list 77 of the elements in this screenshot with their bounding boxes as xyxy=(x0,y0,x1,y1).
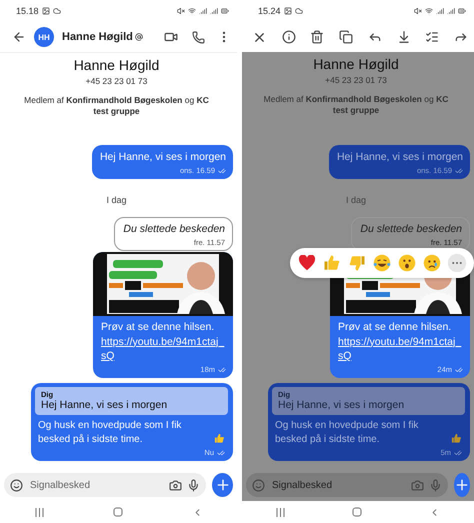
video-call-button[interactable] xyxy=(164,30,178,44)
home-icon[interactable] xyxy=(112,507,122,517)
laughing-emoji-icon xyxy=(372,254,391,272)
cloud-icon xyxy=(52,7,61,15)
delivered-icon xyxy=(455,366,463,374)
delivered-icon xyxy=(454,448,462,456)
signal-icon xyxy=(199,7,207,15)
signal-icon xyxy=(436,7,444,15)
image-icon xyxy=(284,7,292,15)
back-button[interactable] xyxy=(12,30,26,44)
attach-button[interactable] xyxy=(454,473,470,497)
message-text: Og husk en hovedpude som I fik besked på i sidste time. xyxy=(38,419,182,446)
message-text: Hej Hanne, vi ses i morgen xyxy=(336,150,463,164)
battery-icon xyxy=(221,7,229,15)
more-icon xyxy=(447,253,468,274)
message-text: Du slettede beskeden xyxy=(123,222,225,236)
download-button[interactable] xyxy=(396,30,411,44)
select-list-button[interactable] xyxy=(425,30,440,44)
delivered-icon xyxy=(218,366,226,374)
thumbs-up-icon xyxy=(214,433,225,444)
message-input[interactable]: Signalbesked xyxy=(270,478,406,492)
thumbs-down-icon xyxy=(348,254,366,272)
message-text: Og husk en hovedpude som I fik besked på i sidste time. xyxy=(275,419,420,446)
quote-text: Hej Hanne, vi ses i morgen xyxy=(41,399,168,411)
thumbs-up-icon xyxy=(322,254,341,272)
mute-icon xyxy=(414,7,422,15)
contact-phone: +45 23 23 01 73 xyxy=(325,75,387,85)
battery-icon xyxy=(458,7,466,15)
camera-icon[interactable] xyxy=(169,478,182,492)
recent-apps-icon[interactable] xyxy=(34,508,44,516)
plus-icon xyxy=(454,477,470,493)
status-time: 15.24 xyxy=(258,6,281,16)
home-icon[interactable] xyxy=(352,507,362,517)
signal-icon xyxy=(210,7,218,15)
status-time: 15.18 xyxy=(16,6,39,16)
contact-title: Hanne Høgild xyxy=(313,56,399,72)
heart-icon xyxy=(298,255,316,272)
call-button[interactable] xyxy=(192,30,205,44)
copy-button[interactable] xyxy=(339,30,354,44)
date-divider: I dag xyxy=(346,195,366,206)
contact-phone: +45 23 23 01 73 xyxy=(86,76,148,86)
emoji-icon xyxy=(252,478,265,492)
contact-avatar[interactable]: HH xyxy=(34,27,54,47)
signal-icon xyxy=(447,7,455,15)
message-text: Du slettede beskeden xyxy=(360,222,462,236)
message-text: Hej Hanne, vi ses i morgen xyxy=(100,150,226,164)
cloud-icon xyxy=(294,7,303,15)
mute-icon xyxy=(177,7,185,15)
wifi-icon xyxy=(425,7,433,15)
quote-text: Hej Hanne, vi ses i morgen xyxy=(278,399,406,411)
plus-icon xyxy=(214,477,230,493)
delivered-icon xyxy=(218,166,226,175)
recent-apps-icon[interactable] xyxy=(276,508,285,516)
message-text: Prøv at se denne hilsen. xyxy=(101,320,216,335)
delivered-icon xyxy=(455,166,463,175)
attach-button[interactable] xyxy=(212,473,233,497)
message-link[interactable]: https://youtu.be/94m1ctaj_sQ xyxy=(338,334,463,363)
group-membership-text: Medlem af Konfirmandhold Bøgeskolen og KC test gruppe xyxy=(264,94,448,117)
wifi-icon xyxy=(188,7,196,15)
group-membership-text: Medlem af Konfirmandhold Bøgeskolen og KC test gruppe xyxy=(24,95,209,118)
date-divider: I dag xyxy=(106,195,127,206)
delete-button[interactable] xyxy=(310,30,324,44)
emoji-icon xyxy=(10,478,23,492)
message-field[interactable]: Signalbesked xyxy=(246,473,448,497)
message-link[interactable]: https://youtu.be/94m1ctaj_sQ xyxy=(101,334,226,363)
message-input[interactable]: Signalbesked xyxy=(28,478,164,492)
info-button[interactable] xyxy=(282,30,296,44)
message-field[interactable]: Signalbesked xyxy=(4,473,206,497)
surprised-emoji-icon xyxy=(398,254,416,272)
contact-title: Hanne Høgild xyxy=(74,57,160,73)
message-text: Prøv at se denne hilsen. xyxy=(338,320,452,335)
delivered-icon xyxy=(217,448,225,456)
image-icon xyxy=(42,7,50,15)
microphone-icon[interactable] xyxy=(187,478,200,492)
thumbs-up-icon xyxy=(451,433,462,444)
contact-name[interactable]: Hanne Høgild xyxy=(62,31,133,43)
crying-emoji-icon xyxy=(423,254,442,272)
